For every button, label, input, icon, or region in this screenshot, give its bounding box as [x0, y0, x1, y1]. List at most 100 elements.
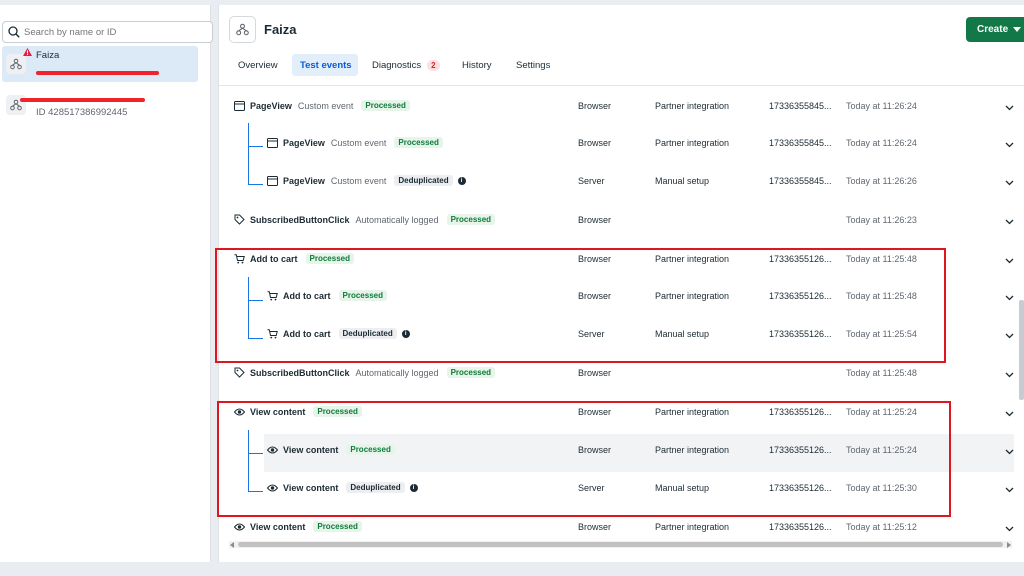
event-id: 17336355126...	[769, 522, 832, 532]
diagnostics-count-badge: 2	[427, 60, 440, 71]
tab-label: Diagnostics	[372, 60, 422, 71]
event-time: Today at 11:26:24	[846, 101, 917, 111]
status-badge: Deduplicated	[394, 175, 453, 186]
event-source: Server	[578, 329, 605, 339]
cart-icon	[267, 328, 283, 339]
event-type: Custom event	[297, 100, 354, 111]
event-name: SubscribedButtonClick	[250, 367, 350, 378]
info-icon[interactable]: i	[409, 483, 418, 492]
tree-connector	[248, 277, 249, 338]
main-panel: Faiza Create Overview Test events Diagno…	[218, 5, 1024, 562]
tab-test-events[interactable]: Test events	[292, 54, 358, 76]
scroll-left-arrow-icon[interactable]	[230, 542, 234, 548]
status-badge: Processed	[346, 444, 395, 455]
event-time: Today at 11:26:23	[846, 215, 917, 225]
event-time: Today at 11:25:48	[846, 254, 917, 264]
event-id: 17336355845...	[769, 101, 832, 111]
eye-icon	[234, 523, 250, 531]
tab-diagnostics[interactable]: Diagnostics 2	[372, 54, 440, 76]
vertical-scrollbar[interactable]	[1019, 300, 1024, 400]
event-name: SubscribedButtonClick	[250, 214, 350, 225]
event-time: Today at 11:25:24	[846, 407, 917, 417]
search-field[interactable]	[2, 21, 213, 43]
chevron-down-icon[interactable]	[1005, 256, 1014, 266]
setup-method: Manual setup	[655, 329, 710, 339]
tab-settings[interactable]: Settings	[516, 54, 550, 76]
tab-label: Test events	[300, 60, 352, 71]
setup-method: Partner integration	[655, 138, 730, 148]
chevron-down-icon[interactable]	[1005, 103, 1014, 113]
page-title: Faiza	[264, 22, 297, 37]
event-row[interactable]: SubscribedButtonClick Automatically logge…	[219, 204, 1014, 242]
account-name: Faiza	[36, 50, 60, 61]
chevron-down-icon[interactable]	[1005, 409, 1014, 419]
event-row[interactable]: SubscribedButtonClick Automatically logge…	[219, 357, 1014, 395]
create-button[interactable]: Create	[966, 17, 1024, 42]
status-badge: Deduplicated	[346, 482, 405, 493]
event-source: Browser	[578, 291, 612, 301]
warning-icon	[23, 48, 32, 58]
tab-history[interactable]: History	[462, 54, 492, 76]
search-input[interactable]	[24, 24, 204, 40]
event-row[interactable]: View content Processed Browser Partner inte…	[264, 434, 1014, 472]
chevron-down-icon[interactable]	[1005, 485, 1014, 495]
chevron-down-icon[interactable]	[1005, 217, 1014, 227]
horizontal-scrollbar[interactable]	[229, 541, 1012, 548]
account-item-second[interactable]: ID 428517386992445	[2, 89, 198, 125]
event-row[interactable]: PageView Custom event Processed Browser Part…	[264, 127, 1014, 165]
event-row[interactable]: Add to cart Processed Browser Partner integ…	[219, 243, 1014, 281]
chevron-down-icon[interactable]	[1005, 178, 1014, 188]
event-name: View content	[283, 444, 339, 455]
event-row[interactable]: View content Processed Browser Partner inte…	[219, 396, 1014, 434]
eye-icon	[267, 446, 283, 454]
event-row[interactable]: Add to cart Processed Browser Partner integ…	[264, 280, 1014, 318]
chevron-down-icon[interactable]	[1005, 140, 1014, 150]
account-item-faiza[interactable]: Faiza	[2, 46, 198, 82]
status-badge: Processed	[313, 406, 362, 417]
tree-connector	[248, 300, 263, 301]
event-source: Browser	[578, 254, 612, 264]
event-type: Automatically logged	[355, 367, 439, 378]
caret-down-icon	[1013, 27, 1021, 32]
chevron-down-icon[interactable]	[1005, 331, 1014, 341]
chevron-down-icon[interactable]	[1005, 293, 1014, 303]
info-icon[interactable]: i	[457, 176, 466, 185]
event-source: Browser	[578, 522, 612, 532]
event-row[interactable]: PageView Custom event Deduplicated i Server M…	[264, 165, 1014, 203]
status-badge: Processed	[338, 290, 387, 301]
eye-icon	[234, 408, 250, 416]
setup-method: Manual setup	[655, 483, 710, 493]
event-time: Today at 11:25:48	[846, 368, 917, 378]
scrollbar-thumb[interactable]	[238, 542, 1003, 547]
event-name: View content	[250, 521, 306, 532]
chevron-down-icon[interactable]	[1005, 524, 1014, 534]
event-row[interactable]: Add to cart Deduplicated i Server Manual set…	[264, 318, 1014, 356]
event-source: Browser	[578, 445, 612, 455]
status-badge: Processed	[394, 137, 443, 148]
chevron-down-icon[interactable]	[1005, 370, 1014, 380]
tab-overview[interactable]: Overview	[238, 54, 278, 76]
redaction-mark	[20, 98, 145, 102]
event-name: PageView	[283, 137, 325, 148]
event-type: Automatically logged	[355, 214, 439, 225]
event-source: Browser	[578, 101, 612, 111]
event-id: 17336355126...	[769, 445, 832, 455]
event-time: Today at 11:26:24	[846, 138, 917, 148]
chevron-down-icon[interactable]	[1005, 447, 1014, 457]
event-row[interactable]: PageView Custom event Processed Browser Part…	[219, 90, 1014, 128]
event-source: Browser	[578, 407, 612, 417]
status-badge: Processed	[305, 253, 354, 264]
event-name: PageView	[250, 100, 292, 111]
status-badge: Processed	[446, 214, 496, 225]
pixel-icon	[229, 16, 256, 43]
event-id: 17336355126...	[769, 407, 832, 417]
setup-method: Partner integration	[655, 445, 730, 455]
info-icon[interactable]: i	[401, 329, 410, 338]
event-row[interactable]: View content Deduplicated i Server Manual se…	[264, 472, 1014, 510]
event-type: Custom event	[330, 175, 387, 186]
status-badge: Processed	[446, 367, 496, 378]
scroll-right-arrow-icon[interactable]	[1007, 542, 1011, 548]
search-icon	[8, 26, 20, 40]
tree-connector	[248, 338, 263, 339]
event-source: Browser	[578, 368, 612, 378]
